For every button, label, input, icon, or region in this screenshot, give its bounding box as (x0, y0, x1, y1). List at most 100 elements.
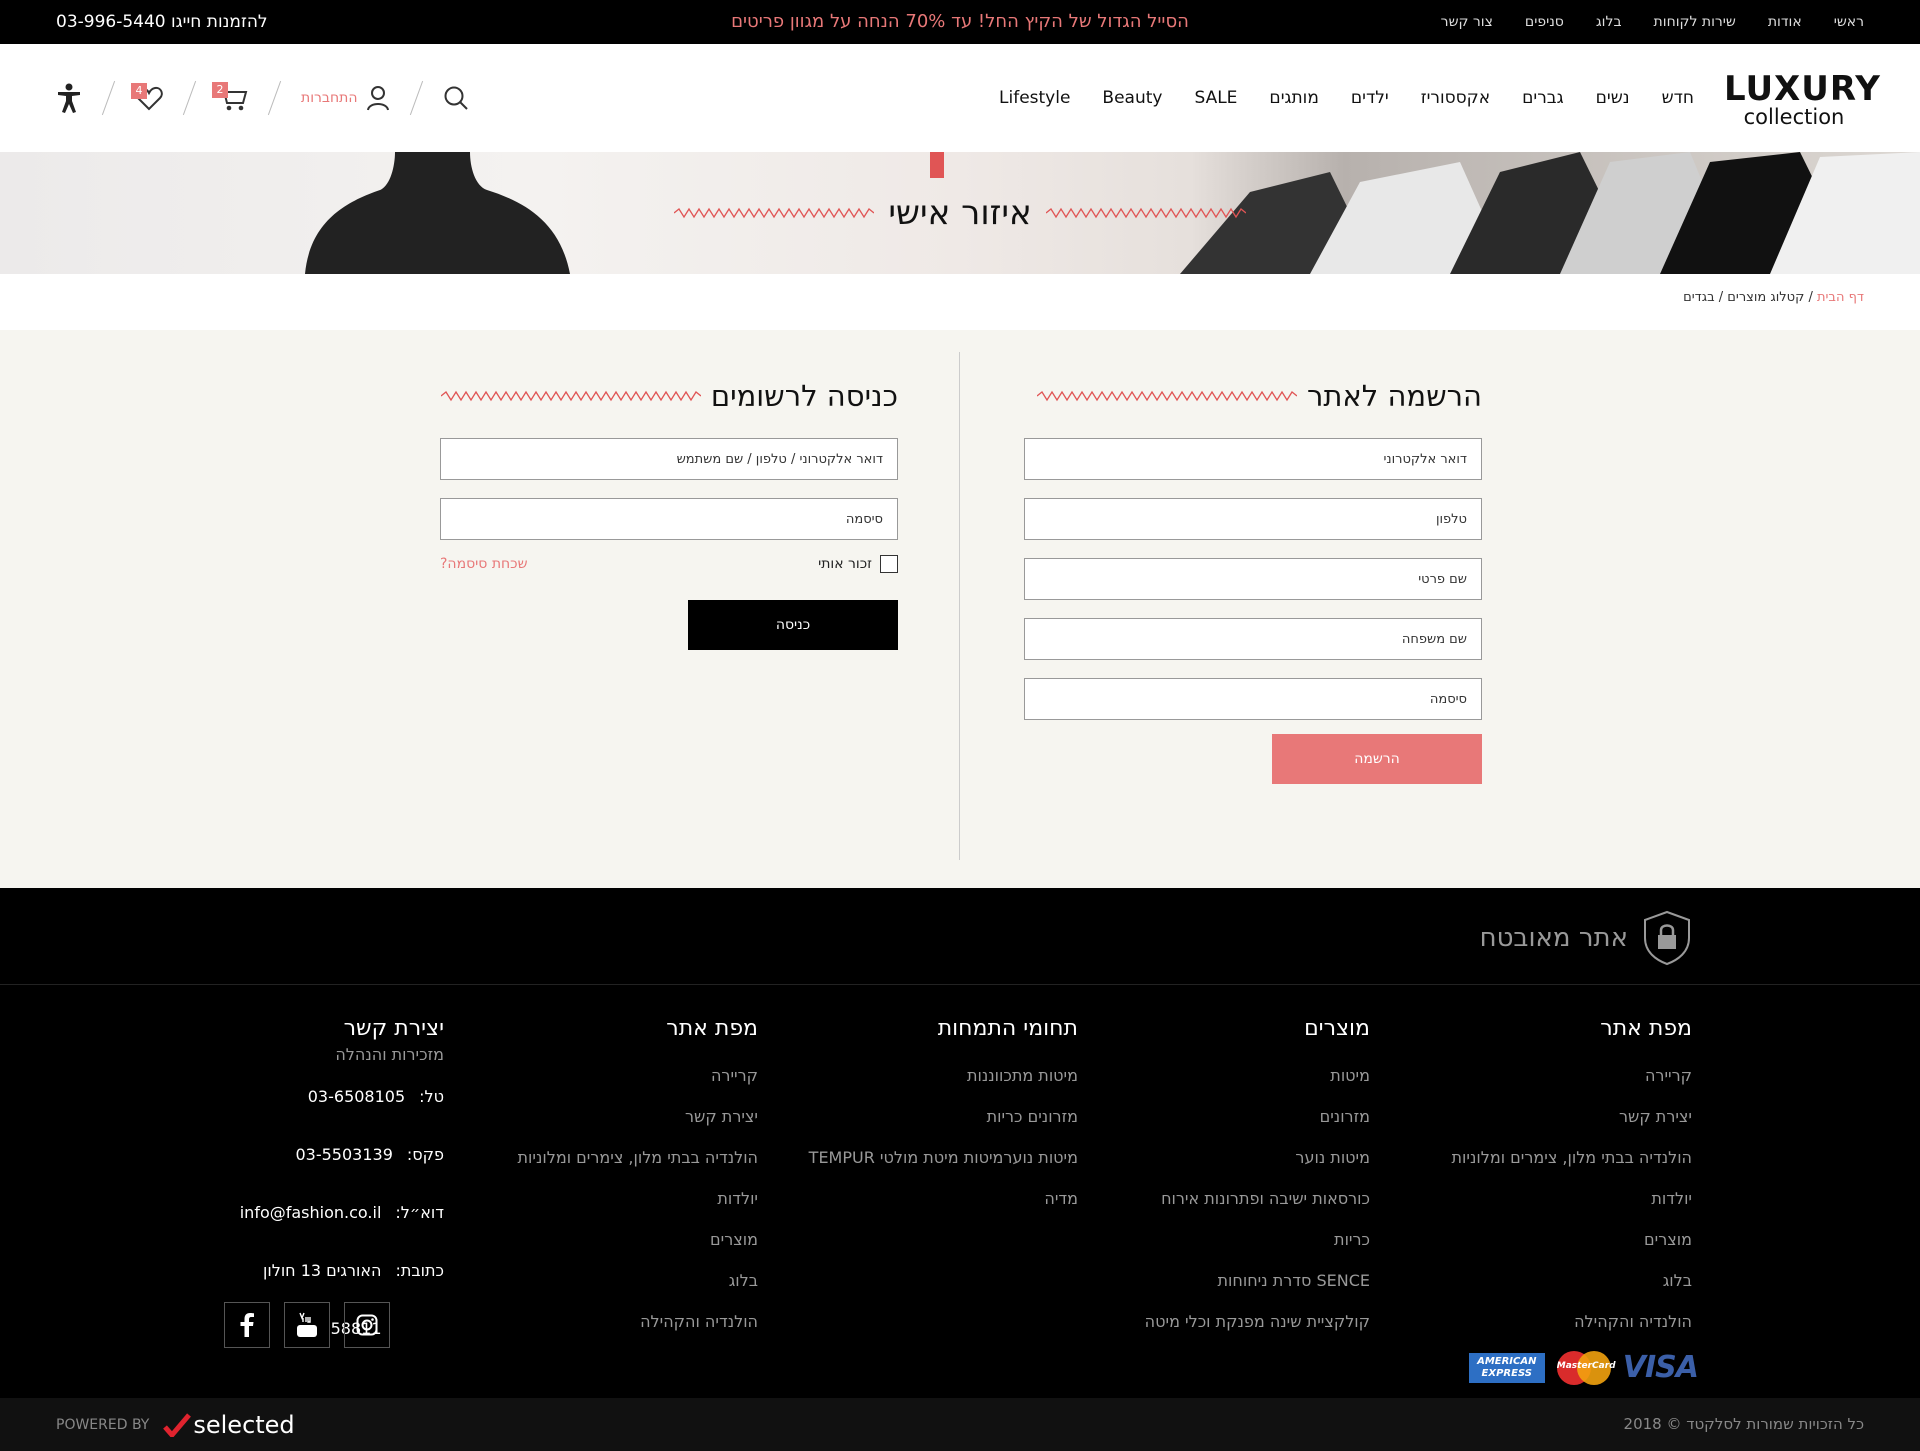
footer-link[interactable]: מדיה (809, 1178, 1078, 1219)
footer-link[interactable]: בלוג (1452, 1260, 1692, 1301)
contact-value[interactable]: 03-6508105 (308, 1068, 405, 1126)
footer-link[interactable]: הולנדיה בבתי מלון, צימרים ומלוניות (518, 1137, 758, 1178)
footer-link[interactable]: הולנדיה והקהילה (1452, 1301, 1692, 1342)
login-title-wrap: כניסה לרשומים (440, 376, 898, 416)
wishlist-button[interactable]: 4 (131, 83, 163, 111)
footer-link[interactable]: יולדות (518, 1178, 758, 1219)
secure-site-badge: אתר מאובטח (1480, 910, 1692, 966)
zigzag-decoration (440, 390, 701, 402)
nav-new[interactable]: חדש (1662, 88, 1694, 108)
nav-accessories[interactable]: אקססוריז (1421, 88, 1490, 108)
footer-link[interactable]: כורסאות ישיבה ופתרונות אירוח (1145, 1178, 1370, 1219)
amex-line2: EXPRESS (1481, 1367, 1532, 1379)
phone-label: להזמנות חייגו (171, 12, 268, 32)
footer-link[interactable]: קולקציית שינה מפנקת וכלי מיטה (1145, 1301, 1370, 1342)
divider (267, 80, 282, 116)
youtube-icon[interactable] (284, 1302, 330, 1348)
nav-women[interactable]: נשים (1596, 88, 1630, 108)
register-title: הרשמה לאתר (1306, 379, 1482, 413)
page-banner: איזור אישי (0, 152, 1920, 274)
breadcrumb-home[interactable]: דף הבית (1817, 290, 1864, 305)
divider (409, 80, 423, 116)
selected-brand: selected (193, 1410, 295, 1439)
cart-count-badge: 2 (212, 82, 228, 98)
footer-col-products: מוצרים מיטות מזרונים מיטות נוער כורסאות … (1145, 1016, 1370, 1342)
footer-link[interactable]: יולדות (1452, 1178, 1692, 1219)
register-password-field[interactable]: סיסמה (1024, 678, 1482, 720)
breadcrumb-catalog[interactable]: קטלוג מוצרים (1727, 290, 1804, 305)
footer-link[interactable]: מזרונים (1145, 1096, 1370, 1137)
login-username-field[interactable]: דואר אלקטרוני / טלפון / שם משתמש (440, 438, 898, 480)
footer-divider (0, 984, 1920, 985)
footer: אתר מאובטח מפת אתר קריירה יצירת קשר הולנ… (0, 888, 1920, 1398)
footer-col-title: מוצרים (1304, 1016, 1370, 1041)
facebook-icon[interactable] (224, 1302, 270, 1348)
footer-link[interactable]: מיטות מתכווננות (809, 1055, 1078, 1096)
footer-link[interactable]: מזרונים כריות (809, 1096, 1078, 1137)
instagram-icon[interactable] (344, 1302, 390, 1348)
nav-beauty[interactable]: Beauty (1102, 88, 1162, 108)
login-link[interactable]: התחברות (301, 85, 390, 111)
register-firstname-field[interactable]: שם פרטי (1024, 558, 1482, 600)
search-button[interactable] (443, 85, 469, 111)
footer-link[interactable]: קריירה (1452, 1055, 1692, 1096)
powered-by[interactable]: POWERED BY selected (56, 1398, 295, 1451)
nav-men[interactable]: גברים (1522, 88, 1564, 108)
footer-link[interactable]: מוצרים (518, 1219, 758, 1260)
accessibility-icon[interactable] (56, 83, 82, 113)
register-button[interactable]: הרשמה (1272, 734, 1482, 784)
cart-button[interactable]: 2 (212, 82, 248, 112)
top-link-branches[interactable]: סניפים (1525, 14, 1564, 30)
footer-link[interactable]: כריות (1145, 1219, 1370, 1260)
forgot-password-link[interactable]: שכחת סיסמה? (440, 556, 528, 572)
logo-line1: LUXURY (1724, 69, 1881, 109)
phone-number[interactable]: 03-996-5440 (56, 12, 166, 32)
contact-title: יצירת קשר (343, 1016, 444, 1041)
login-form: כניסה לרשומים דואר אלקטרוני / טלפון / שם… (440, 376, 898, 650)
amex-logo: AMERICAN EXPRESS (1468, 1352, 1545, 1383)
footer-link[interactable]: קריירה (518, 1055, 758, 1096)
footer-link[interactable]: הולנדיה בבתי מלון, צימרים ומלוניות (1452, 1137, 1692, 1178)
payment-methods: AMERICAN EXPRESS MasterCard VISA (1468, 1350, 1699, 1385)
register-lastname-field[interactable]: שם משפחה (1024, 618, 1482, 660)
footer-link[interactable]: מיטות נוער (1145, 1137, 1370, 1178)
footer-link[interactable]: מוצרים (1452, 1219, 1692, 1260)
contact-value[interactable]: info@fashion.co.il (240, 1184, 382, 1242)
login-button[interactable]: כניסה (688, 600, 898, 650)
shield-lock-icon (1644, 910, 1690, 966)
nav-lifestyle[interactable]: Lifestyle (999, 88, 1070, 108)
top-link-about[interactable]: אודות (1768, 14, 1802, 30)
top-links: ראשי אודות שירות לקוחות בלוג סניפים צור … (1441, 0, 1864, 44)
top-link-contact[interactable]: צור קשר (1441, 14, 1493, 30)
register-email-field[interactable]: דואר אלקטרוני (1024, 438, 1482, 480)
logo[interactable]: LUXURY collection (1724, 69, 1881, 129)
footer-link[interactable]: מיטות נוערמיטות מיטת מולטי TEMPUR (809, 1137, 1078, 1178)
column-divider (959, 352, 960, 860)
footer-link[interactable]: הולנדיה והקהילה (518, 1301, 758, 1342)
footer-link[interactable]: יצירת קשר (1452, 1096, 1692, 1137)
remember-me[interactable]: זכור אותי (818, 555, 898, 573)
checkmark-icon (163, 1412, 192, 1437)
powered-label: POWERED BY (56, 1416, 150, 1433)
bottom-bar: כל הזכויות שמורות לסלקטד © 2018 POWERED … (0, 1398, 1920, 1451)
footer-link[interactable]: SENCE סדרת ניחוחות (1145, 1260, 1370, 1301)
zigzag-decoration (674, 207, 875, 219)
footer-link[interactable]: בלוג (518, 1260, 758, 1301)
breadcrumb-clothes[interactable]: בגדים (1683, 290, 1715, 305)
register-form: הרשמה לאתר דואר אלקטרוני טלפון שם פרטי ש… (1024, 376, 1482, 784)
top-link-home[interactable]: ראשי (1834, 14, 1864, 30)
login-password-field[interactable]: סיסמה (440, 498, 898, 540)
nav-kids[interactable]: ילדים (1351, 88, 1389, 108)
top-link-service[interactable]: שירות לקוחות (1654, 14, 1736, 30)
nav-brands[interactable]: מותגים (1269, 88, 1318, 108)
top-link-blog[interactable]: בלוג (1596, 14, 1622, 30)
nav-sale[interactable]: SALE (1194, 88, 1237, 108)
header-tools: 4 2 התחברות (56, 44, 469, 152)
logo-line2: collection (1743, 105, 1845, 129)
footer-link[interactable]: יצירת קשר (518, 1096, 758, 1137)
register-phone-field[interactable]: טלפון (1024, 498, 1482, 540)
contact-fax: פקס: 03-5503139 (224, 1126, 444, 1184)
selected-logo: selected (163, 1410, 295, 1439)
remember-checkbox[interactable] (880, 555, 898, 573)
footer-link[interactable]: מיטות (1145, 1055, 1370, 1096)
